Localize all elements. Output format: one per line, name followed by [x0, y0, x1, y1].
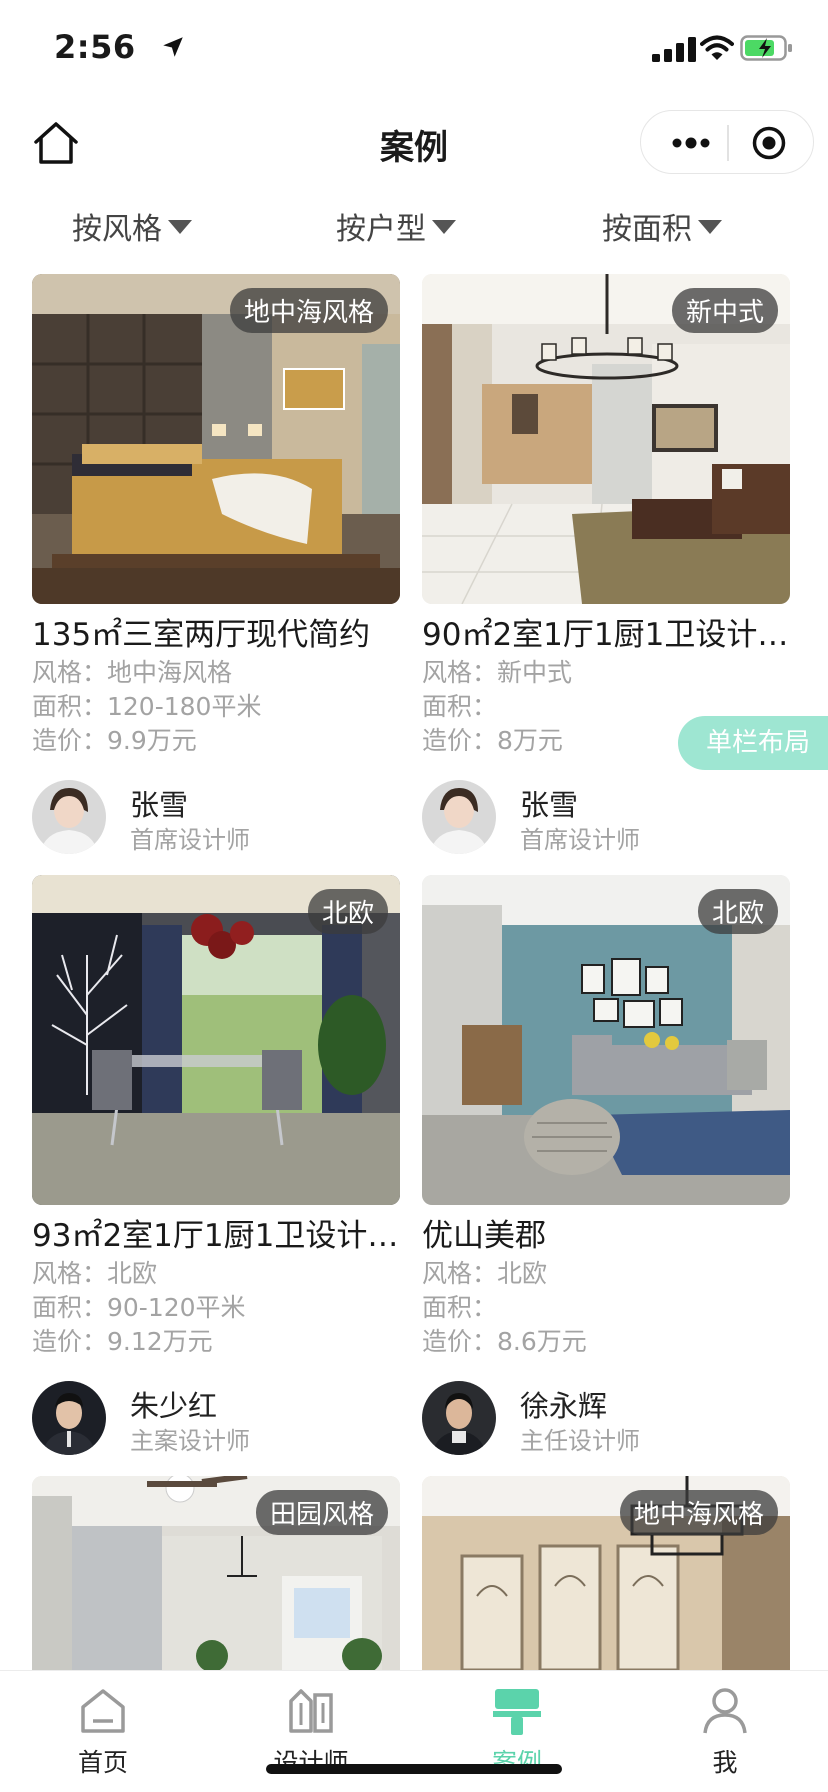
designer-role: 首席设计师: [130, 826, 250, 854]
case-title: 135㎡三室两厅现代简约: [32, 617, 371, 653]
case-style: 风格：新中式: [422, 658, 573, 687]
home-indicator: [266, 1764, 562, 1774]
filter-style[interactable]: 按风格: [72, 204, 192, 248]
designer-info[interactable]: 朱少红 主案设计师: [32, 1379, 400, 1459]
wifi-icon: [700, 35, 734, 60]
case-photo[interactable]: 田园风格: [32, 1476, 400, 1670]
tab-label: 我: [712, 1748, 738, 1777]
filter-bar: 按风格 按户型 按面积: [0, 196, 828, 268]
close-miniprogram-icon[interactable]: [751, 125, 787, 161]
style-tag: 新中式: [671, 288, 778, 333]
filter-area[interactable]: 按面积: [602, 204, 722, 248]
style-tag: 北欧: [697, 889, 778, 934]
case-photo[interactable]: 北欧: [422, 875, 790, 1205]
designer-info[interactable]: 徐永辉 主任设计师: [422, 1379, 790, 1459]
tab-home[interactable]: 首页: [43, 1685, 163, 1779]
case-photo[interactable]: 新中式: [422, 274, 790, 604]
style-tag: 北欧: [307, 889, 388, 934]
filter-label: 按风格: [72, 212, 162, 247]
case-photo[interactable]: 地中海风格: [422, 1476, 790, 1670]
case-price: 造价：8.6万元: [422, 1327, 587, 1356]
case-area: 面积：: [422, 1293, 498, 1322]
style-tag: 地中海风格: [229, 288, 388, 333]
dropdown-caret-icon: [698, 220, 722, 234]
case-icon: [493, 1689, 541, 1735]
case-area: 面积：90-120平米: [32, 1293, 246, 1322]
avatar: [422, 1381, 496, 1455]
designer-icon: [289, 1689, 333, 1733]
case-card[interactable]: 田园风格: [32, 1476, 400, 1670]
case-style: 风格：地中海风格: [32, 658, 233, 687]
battery-charging-icon: [740, 35, 792, 61]
designer-role: 主案设计师: [130, 1427, 250, 1455]
capsule-divider: [727, 125, 729, 161]
case-title: 优山美郡: [422, 1218, 546, 1254]
case-photo[interactable]: 地中海风格: [32, 274, 400, 604]
profile-icon: [703, 1688, 747, 1734]
style-tag: 地中海风格: [619, 1490, 778, 1535]
avatar: [422, 780, 496, 854]
miniprogram-capsule: [640, 110, 814, 174]
designer-info[interactable]: 张雪 首席设计师: [32, 778, 400, 858]
case-card[interactable]: 新中式 90㎡2室1厅1厨1卫设计… 风格：新中式 面积： 造价：8万元 张雪 …: [422, 274, 790, 858]
filter-label: 按户型: [336, 212, 426, 247]
case-title: 93㎡2室1厅1厨1卫设计…: [32, 1218, 399, 1254]
tab-label: 首页: [77, 1748, 128, 1777]
designer-name: 张雪: [520, 788, 579, 822]
tab-me[interactable]: 我: [665, 1685, 785, 1779]
dropdown-caret-icon: [432, 220, 456, 234]
case-style: 风格：北欧: [32, 1259, 158, 1288]
designer-info[interactable]: 张雪 首席设计师: [422, 778, 790, 858]
cellular-signal-icon: [652, 37, 696, 62]
filter-label: 按面积: [602, 212, 692, 247]
location-arrow-icon: [163, 37, 183, 57]
status-time: 2:56: [54, 28, 136, 66]
case-card[interactable]: 地中海风格: [422, 1476, 790, 1670]
single-column-layout-button[interactable]: 单栏布局: [678, 716, 828, 770]
dropdown-caret-icon: [168, 220, 192, 234]
case-style: 风格：北欧: [422, 1259, 548, 1288]
style-tag: 田园风格: [255, 1490, 388, 1535]
case-price: 造价：9.12万元: [32, 1327, 213, 1356]
case-title: 90㎡2室1厅1厨1卫设计…: [422, 617, 789, 653]
case-card[interactable]: 地中海风格 135㎡三室两厅现代简约 风格：地中海风格 面积：120-180平米…: [32, 274, 400, 858]
avatar: [32, 780, 106, 854]
avatar: [32, 1381, 106, 1455]
case-photo[interactable]: 北欧: [32, 875, 400, 1205]
navigation-bar: 案例: [0, 100, 828, 200]
designer-role: 主任设计师: [520, 1427, 640, 1455]
status-bar: 2:56: [0, 0, 828, 100]
designer-name: 朱少红: [130, 1389, 218, 1423]
more-options-icon[interactable]: [669, 131, 713, 155]
designer-name: 张雪: [130, 788, 189, 822]
case-card[interactable]: 北欧 优山美郡 风格：北欧 面积： 造价：8.6万元 徐永辉 主任设计师: [422, 875, 790, 1459]
home-icon: [81, 1689, 125, 1733]
case-card[interactable]: 北欧 93㎡2室1厅1厨1卫设计… 风格：北欧 面积：90-120平米 造价：9…: [32, 875, 400, 1459]
case-price: 造价：9.9万元: [32, 726, 197, 755]
designer-name: 徐永辉: [520, 1389, 608, 1423]
filter-layout[interactable]: 按户型: [336, 204, 456, 248]
case-area: 面积：120-180平米: [32, 692, 262, 721]
designer-role: 首席设计师: [520, 826, 640, 854]
